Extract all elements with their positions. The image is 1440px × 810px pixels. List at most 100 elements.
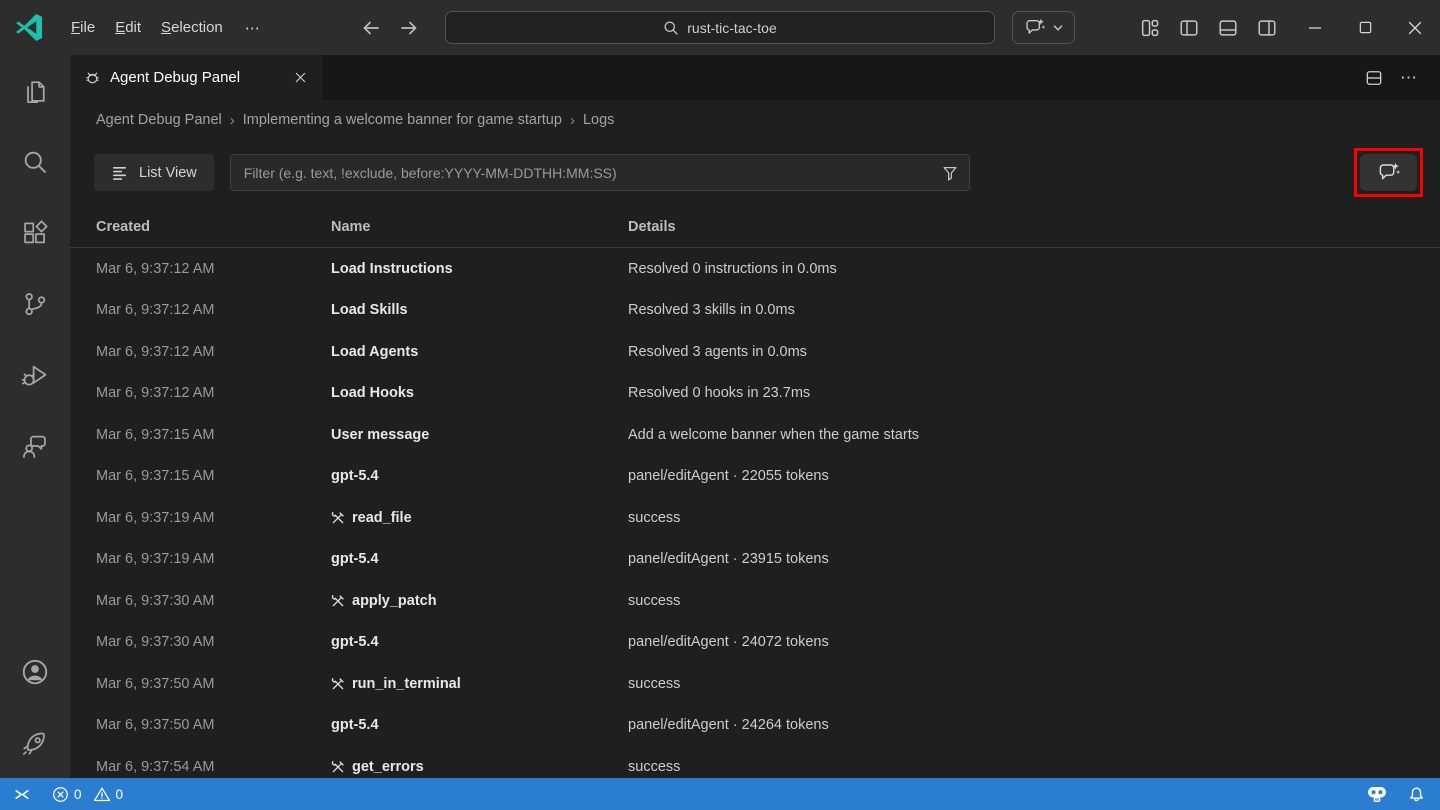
list-icon bbox=[111, 164, 128, 181]
log-name: read_file bbox=[331, 510, 628, 526]
warning-icon bbox=[93, 786, 111, 803]
rocket-icon[interactable] bbox=[0, 707, 70, 778]
log-row[interactable]: Mar 6, 9:37:15 AM User message Add a wel… bbox=[70, 414, 1440, 456]
log-row[interactable]: Mar 6, 9:37:30 AM bbox=[70, 580, 1440, 622]
chevron-down-icon bbox=[1052, 22, 1064, 34]
log-name: gpt-5.4 bbox=[331, 634, 628, 650]
vscode-window: FileEditSelection ⋯ rust-tic-tac-toe bbox=[0, 0, 1440, 810]
log-table: Created Name Details Mar 6, 9:37:12 AM L… bbox=[70, 206, 1440, 778]
minimize-button[interactable] bbox=[1290, 0, 1340, 55]
editor-more-actions-button[interactable]: ⋯ bbox=[1400, 68, 1418, 88]
problems-status[interactable]: 0 0 bbox=[44, 778, 137, 810]
log-created: Mar 6, 9:37:15 AM bbox=[96, 468, 331, 484]
copilot-status-icon[interactable] bbox=[1365, 783, 1389, 805]
explorer-icon[interactable] bbox=[0, 55, 70, 126]
log-created: Mar 6, 9:37:54 AM bbox=[96, 759, 331, 775]
search-view-icon[interactable] bbox=[0, 126, 70, 197]
run-debug-icon[interactable] bbox=[0, 339, 70, 410]
error-count: 0 bbox=[74, 787, 82, 802]
back-button[interactable] bbox=[360, 17, 382, 39]
breadcrumb-separator-icon: › bbox=[230, 112, 235, 129]
list-view-button[interactable]: List View bbox=[94, 154, 214, 191]
maximize-button[interactable] bbox=[1340, 0, 1390, 55]
log-created: Mar 6, 9:37:15 AM bbox=[96, 427, 331, 443]
breadcrumb: Agent Debug Panel › Implementing a welco… bbox=[70, 100, 1440, 140]
column-name: Name bbox=[331, 219, 628, 235]
log-row[interactable]: Mar 6, 9:37:12 AM Load Skills Resolved 3… bbox=[70, 290, 1440, 332]
filter-funnel-icon[interactable] bbox=[941, 164, 959, 182]
breadcrumb-separator-icon: › bbox=[570, 112, 575, 129]
breadcrumb-item[interactable]: Implementing a welcome banner for game s… bbox=[243, 112, 583, 129]
tab-bar: Agent Debug Panel ⋯ bbox=[70, 55, 1440, 100]
title-bar: FileEditSelection ⋯ rust-tic-tac-toe bbox=[0, 0, 1440, 55]
log-row[interactable]: Mar 6, 9:37:19 AM gpt-5.4 panel/editAgen… bbox=[70, 539, 1440, 581]
remote-indicator[interactable] bbox=[0, 778, 44, 810]
log-row[interactable]: Mar 6, 9:37:12 AM Load Hooks Resolved 0 … bbox=[70, 373, 1440, 415]
log-name: Load Hooks bbox=[331, 385, 628, 401]
log-created: Mar 6, 9:37:12 AM bbox=[96, 385, 331, 401]
toggle-secondary-sidebar-icon[interactable] bbox=[1256, 17, 1278, 39]
customize-layout-icon[interactable] bbox=[1139, 17, 1161, 39]
log-details: panel/editAgent · 24264 tokens bbox=[628, 717, 1440, 733]
breadcrumb-item[interactable]: Logs bbox=[583, 112, 614, 128]
tab-agent-debug-panel[interactable]: Agent Debug Panel bbox=[70, 55, 322, 100]
log-details: success bbox=[628, 593, 1440, 609]
copilot-chat-button[interactable] bbox=[1360, 154, 1417, 191]
source-control-icon[interactable] bbox=[0, 268, 70, 339]
log-row[interactable]: Mar 6, 9:37:50 AM bbox=[70, 663, 1440, 705]
log-created: Mar 6, 9:37:12 AM bbox=[96, 344, 331, 360]
menu-item[interactable]: File bbox=[61, 14, 105, 41]
log-details: success bbox=[628, 759, 1440, 775]
log-row[interactable]: Mar 6, 9:37:50 AM gpt-5.4 panel/editAgen… bbox=[70, 705, 1440, 747]
log-row[interactable]: Mar 6, 9:37:15 AM gpt-5.4 panel/editAgen… bbox=[70, 456, 1440, 498]
menu-item[interactable]: Edit bbox=[105, 14, 151, 41]
copilot-chat-sparkle-icon bbox=[1377, 161, 1400, 184]
log-row[interactable]: Mar 6, 9:37:30 AM gpt-5.4 panel/editAgen… bbox=[70, 622, 1440, 664]
tools-icon bbox=[331, 760, 345, 774]
extensions-icon[interactable] bbox=[0, 197, 70, 268]
log-row[interactable]: Mar 6, 9:37:12 AM Load Agents Resolved 3… bbox=[70, 331, 1440, 373]
log-details: Add a welcome banner when the game start… bbox=[628, 427, 1440, 443]
toggle-primary-sidebar-icon[interactable] bbox=[1178, 17, 1200, 39]
log-details: success bbox=[628, 510, 1440, 526]
notifications-bell-icon[interactable] bbox=[1408, 785, 1425, 803]
error-icon bbox=[52, 786, 69, 803]
close-window-button[interactable] bbox=[1390, 0, 1440, 55]
log-row[interactable]: Mar 6, 9:37:12 AM Load Instructions Reso… bbox=[70, 248, 1440, 290]
tab-close-icon[interactable] bbox=[290, 68, 310, 88]
activity-bar bbox=[0, 55, 70, 778]
command-center-search[interactable]: rust-tic-tac-toe bbox=[445, 11, 995, 44]
breadcrumb-item[interactable]: Agent Debug Panel › bbox=[96, 112, 243, 129]
highlight-box bbox=[1354, 148, 1423, 197]
chat-view-icon[interactable] bbox=[0, 410, 70, 481]
filter-input[interactable] bbox=[231, 165, 969, 181]
toggle-panel-icon[interactable] bbox=[1217, 17, 1239, 39]
column-created: Created bbox=[96, 219, 331, 235]
log-name: Load Agents bbox=[331, 344, 628, 360]
search-icon bbox=[663, 20, 679, 36]
log-created: Mar 6, 9:37:30 AM bbox=[96, 593, 331, 609]
split-editor-icon[interactable] bbox=[1364, 68, 1384, 88]
log-name: gpt-5.4 bbox=[331, 717, 628, 733]
log-details: Resolved 0 instructions in 0.0ms bbox=[628, 261, 1440, 277]
log-details: panel/editAgent · 23915 tokens bbox=[628, 551, 1440, 567]
menu-overflow-button[interactable]: ⋯ bbox=[233, 14, 273, 42]
bug-icon bbox=[84, 69, 101, 86]
log-name: apply_patch bbox=[331, 593, 628, 609]
vscode-logo-icon bbox=[16, 14, 43, 41]
account-icon[interactable] bbox=[0, 636, 70, 707]
log-toolbar: List View bbox=[70, 140, 1440, 206]
command-center-text: rust-tic-tac-toe bbox=[687, 20, 776, 36]
forward-button[interactable] bbox=[398, 17, 420, 39]
tab-title: Agent Debug Panel bbox=[110, 69, 281, 86]
log-row[interactable]: Mar 6, 9:37:19 AM bbox=[70, 497, 1440, 539]
warning-count: 0 bbox=[116, 787, 124, 802]
log-details: panel/editAgent · 24072 tokens bbox=[628, 634, 1440, 650]
log-details: panel/editAgent · 22055 tokens bbox=[628, 468, 1440, 484]
log-name: gpt-5.4 bbox=[331, 468, 628, 484]
log-row[interactable]: Mar 6, 9:37:54 AM bbox=[70, 746, 1440, 778]
menu-item[interactable]: Selection bbox=[151, 14, 233, 41]
titlebar-copilot-button[interactable] bbox=[1012, 11, 1075, 44]
log-details: Resolved 3 agents in 0.0ms bbox=[628, 344, 1440, 360]
log-name: get_errors bbox=[331, 759, 628, 775]
